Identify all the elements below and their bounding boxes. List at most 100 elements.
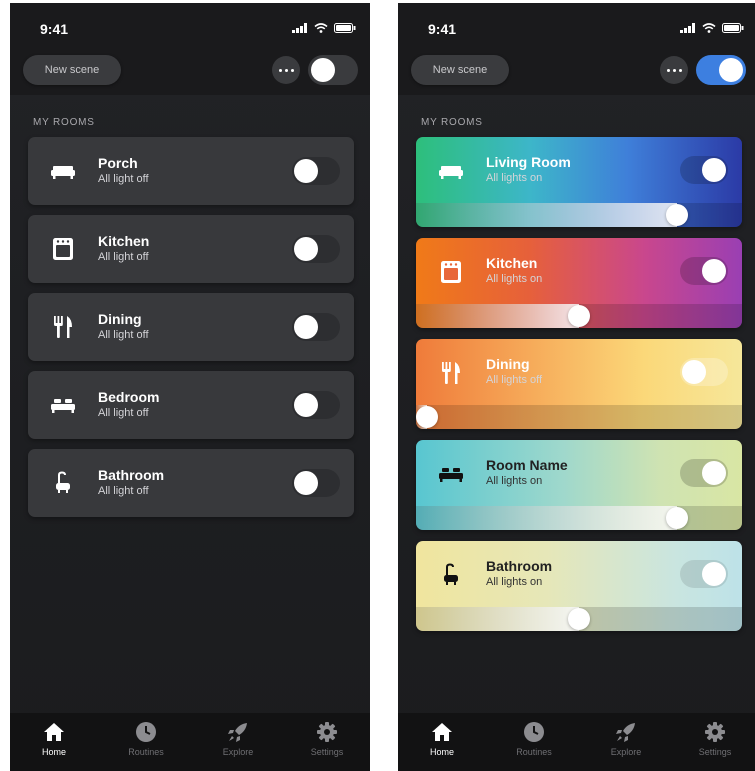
sofa-icon: [439, 166, 463, 179]
room-toggle[interactable]: [292, 469, 340, 497]
clock-icon: [136, 722, 156, 742]
gear-icon: [317, 722, 337, 742]
room-card-bedroom[interactable]: Bedroom All light off: [28, 371, 354, 439]
tab-label: Routines: [128, 747, 164, 757]
room-card-room-name[interactable]: Room Name All lights on: [416, 440, 742, 530]
new-scene-button[interactable]: New scene: [23, 55, 121, 85]
tab-routines[interactable]: Routines: [111, 721, 181, 757]
bathtub-icon: [56, 471, 70, 493]
tab-label: Settings: [310, 747, 344, 757]
room-card-bathroom[interactable]: Bathroom All lights on: [416, 541, 742, 631]
tab-label: Explore: [610, 747, 642, 757]
brightness-handle[interactable]: [568, 608, 590, 630]
tab-home[interactable]: Home: [407, 721, 477, 757]
tab-explore[interactable]: Explore: [203, 721, 273, 757]
room-toggle[interactable]: [292, 313, 340, 341]
section-label: MY ROOMS: [421, 117, 483, 128]
signal-icon: [292, 23, 307, 33]
room-toggle[interactable]: [680, 257, 728, 285]
tab-home[interactable]: Home: [19, 721, 89, 757]
phone-screen-off: 9:41 New scene MY ROOMS Porch All light …: [10, 3, 370, 771]
home-icon: [432, 723, 452, 741]
room-status: All light off: [98, 407, 149, 419]
gear-icon: [705, 722, 725, 742]
tab-label: Explore: [222, 747, 254, 757]
tab-label: Home: [429, 747, 454, 757]
room-toggle[interactable]: [680, 560, 728, 588]
brightness-slider[interactable]: [416, 405, 742, 429]
header: 9:41 New scene: [398, 3, 755, 95]
oven-icon: [53, 238, 73, 260]
room-status: All lights on: [486, 576, 543, 588]
tab-bar: Home Routines Explore Settings: [398, 713, 755, 771]
bed-icon: [439, 468, 463, 482]
fork-knife-icon: [442, 362, 460, 384]
room-status: All light off: [98, 485, 149, 497]
brightness-handle[interactable]: [665, 204, 688, 226]
signal-icon: [680, 23, 695, 33]
room-card-dining[interactable]: Dining All lights off: [416, 339, 742, 429]
room-toggle[interactable]: [680, 459, 728, 487]
battery-icon: [722, 23, 744, 33]
tab-explore[interactable]: Explore: [591, 721, 661, 757]
room-name: Living Room: [486, 154, 571, 170]
brightness-handle[interactable]: [665, 507, 688, 529]
brightness-fill: [416, 203, 677, 227]
bathtub-icon: [444, 563, 458, 585]
room-card-dining[interactable]: Dining All light off: [28, 293, 354, 361]
room-toggle[interactable]: [292, 391, 340, 419]
brightness-fill: [416, 304, 579, 328]
phone-screen-on: 9:41 New scene MY ROOMS Living Room All …: [398, 3, 755, 771]
status-time: 9:41: [40, 21, 69, 37]
brightness-fill: [416, 506, 677, 530]
sofa-icon: [51, 166, 75, 179]
home-icon: [44, 723, 64, 741]
brightness-slider[interactable]: [416, 304, 742, 328]
brightness-handle[interactable]: [568, 305, 590, 327]
room-name: Dining: [486, 356, 530, 372]
room-card-porch[interactable]: Porch All light off: [28, 137, 354, 205]
room-status: All lights on: [486, 273, 543, 285]
rocket-icon: [616, 723, 635, 742]
master-toggle[interactable]: [696, 55, 746, 85]
status-icons: [680, 23, 744, 33]
brightness-handle[interactable]: [416, 406, 438, 428]
new-scene-button[interactable]: New scene: [411, 55, 509, 85]
room-status: All light off: [98, 329, 149, 341]
room-card-living-room[interactable]: Living Room All lights on: [416, 137, 742, 227]
room-name: Kitchen: [486, 255, 538, 271]
tab-bar: Home Routines Explore Settings: [10, 713, 370, 771]
room-card-bathroom[interactable]: Bathroom All light off: [28, 449, 354, 517]
room-status: All lights off: [486, 374, 543, 386]
brightness-slider[interactable]: [416, 203, 742, 227]
room-name: Bedroom: [98, 389, 160, 405]
more-options-button[interactable]: [660, 56, 688, 84]
wifi-icon: [702, 23, 716, 33]
room-toggle[interactable]: [292, 235, 340, 263]
room-card-kitchen[interactable]: Kitchen All light off: [28, 215, 354, 283]
status-icons: [292, 23, 356, 33]
brightness-slider[interactable]: [416, 607, 742, 631]
tab-settings[interactable]: Settings: [292, 721, 362, 757]
master-toggle[interactable]: [308, 55, 358, 85]
tab-routines[interactable]: Routines: [499, 721, 569, 757]
room-toggle[interactable]: [292, 157, 340, 185]
more-options-button[interactable]: [272, 56, 300, 84]
brightness-fill: [416, 607, 579, 631]
bed-icon: [51, 399, 75, 413]
room-status: All lights on: [486, 172, 543, 184]
room-name: Dining: [98, 311, 142, 327]
tab-label: Routines: [516, 747, 552, 757]
room-toggle[interactable]: [680, 358, 728, 386]
room-toggle[interactable]: [680, 156, 728, 184]
room-name: Kitchen: [98, 233, 150, 249]
room-card-kitchen[interactable]: Kitchen All lights on: [416, 238, 742, 328]
tab-label: Settings: [698, 747, 732, 757]
room-name: Bathroom: [486, 558, 553, 574]
brightness-slider[interactable]: [416, 506, 742, 530]
wifi-icon: [314, 23, 328, 33]
tab-label: Home: [41, 747, 66, 757]
section-label: MY ROOMS: [33, 117, 95, 128]
tab-settings[interactable]: Settings: [680, 721, 750, 757]
room-status: All light off: [98, 173, 149, 185]
